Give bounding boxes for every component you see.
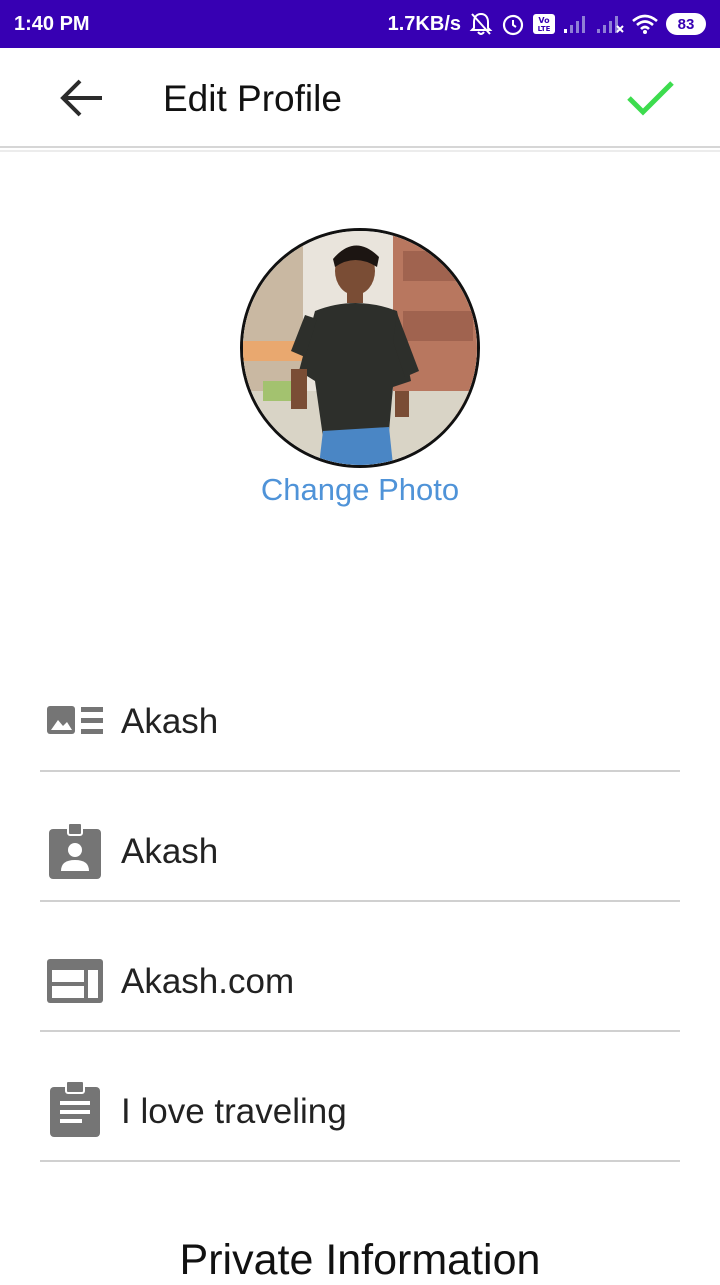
svg-text:Vo: Vo [538, 16, 550, 25]
bio-value: I love traveling [121, 1092, 347, 1131]
bio-field[interactable]: I love traveling [40, 1032, 680, 1162]
status-time: 1:40 PM [14, 12, 90, 35]
website-field[interactable]: Akash.com [40, 902, 680, 1032]
check-icon [627, 81, 674, 116]
username-value: Akash [121, 832, 219, 871]
web-icon [44, 950, 106, 1012]
status-icons: 1.7KB/s Vo LTE 83 [388, 11, 706, 37]
profile-photo[interactable] [240, 228, 480, 468]
name-field[interactable]: Akash [40, 642, 680, 772]
username-field[interactable]: Akash [40, 772, 680, 902]
profile-photo-image [243, 231, 477, 465]
status-bar: 1:40 PM 1.7KB/s Vo LTE 83 [0, 0, 720, 48]
wifi-icon [631, 13, 659, 35]
network-speed: 1.7KB/s [387, 12, 461, 35]
change-photo-link[interactable]: Change Photo [0, 472, 720, 508]
name-card-icon [44, 690, 106, 752]
clipboard-icon [44, 1078, 106, 1140]
mute-bell-icon [468, 11, 494, 37]
website-value: Akash.com [121, 962, 295, 1001]
toolbar: Edit Profile [0, 48, 720, 152]
page-title: Edit Profile [163, 78, 342, 119]
signal-icon [596, 14, 624, 34]
alarm-icon [501, 12, 525, 36]
private-information-heading: Private Information [179, 1236, 541, 1284]
svg-text:LTE: LTE [538, 25, 551, 33]
volte-icon: Vo LTE [532, 13, 556, 35]
name-value: Akash [121, 702, 219, 741]
signal-icon [563, 14, 589, 34]
back-button[interactable] [58, 76, 106, 120]
save-button[interactable] [624, 76, 676, 120]
arrow-left-icon [60, 79, 102, 117]
contact-badge-icon [44, 820, 106, 882]
battery-icon: 83 [666, 13, 706, 35]
